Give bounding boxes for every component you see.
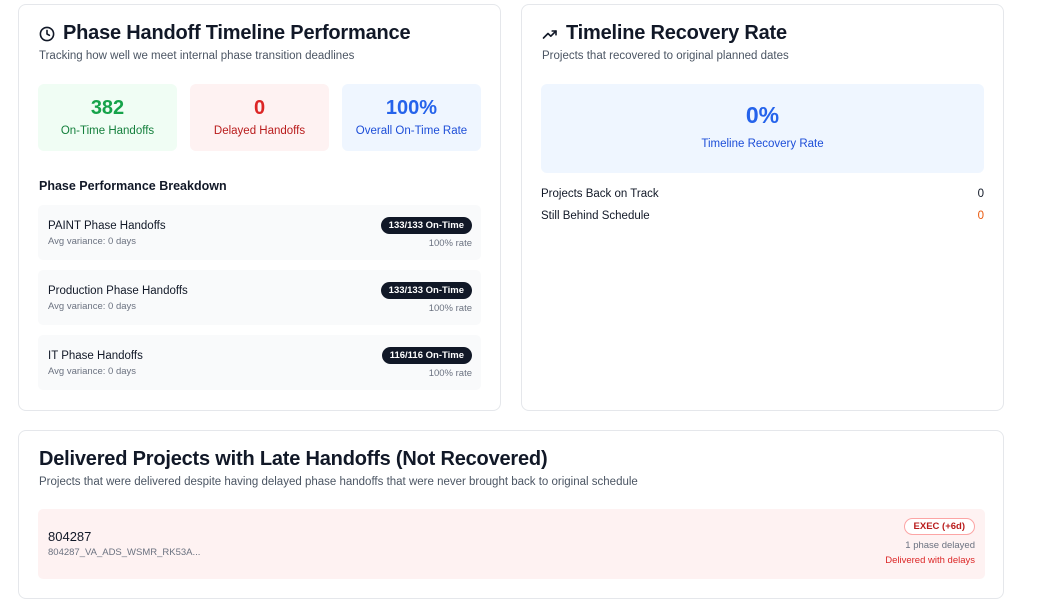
- phases-delayed: 1 phase delayed: [905, 540, 975, 551]
- delayed-handoffs-stat: 0 Delayed Handoffs: [190, 84, 329, 151]
- handoff-title-text: Phase Handoff Timeline Performance: [63, 22, 411, 44]
- kv-label: Still Behind Schedule: [541, 210, 650, 222]
- phase-name: IT Phase Handoffs: [48, 350, 143, 362]
- recovery-rate-label: Timeline Recovery Rate: [701, 138, 824, 150]
- phase-handoff-card: Phase Handoff Timeline Performance Track…: [18, 4, 501, 411]
- stat-value: 100%: [385, 97, 438, 119]
- late-project-row[interactable]: 804287 804287_VA_ADS_WSMR_RK53A... EXEC …: [38, 509, 985, 579]
- on-time-badge: 133/133 On-Time: [380, 217, 472, 234]
- on-time-rate-stat: 100% Overall On-Time Rate: [342, 84, 481, 151]
- breakdown-heading: Phase Performance Breakdown: [39, 179, 227, 193]
- late-card-title: Delivered Projects with Late Handoffs (N…: [39, 448, 548, 470]
- phase-variance: Avg variance: 0 days: [48, 236, 137, 247]
- project-name: 804287_VA_ADS_WSMR_RK53A...: [48, 547, 201, 558]
- phase-row-paint: PAINT Phase Handoffs Avg variance: 0 day…: [38, 205, 481, 260]
- project-id: 804287: [48, 529, 92, 544]
- recovery-subtitle: Projects that recovered to original plan…: [542, 50, 789, 62]
- phase-rate: 100% rate: [428, 368, 472, 379]
- kv-label: Projects Back on Track: [541, 188, 659, 200]
- recovery-rate-box: 0% Timeline Recovery Rate: [541, 84, 984, 173]
- phase-rate: 100% rate: [428, 303, 472, 314]
- phase-rate: 100% rate: [428, 238, 472, 249]
- recovery-card-title: Timeline Recovery Rate: [542, 22, 787, 45]
- delay-badge: EXEC (+6d): [903, 518, 975, 535]
- phase-row-it: IT Phase Handoffs Avg variance: 0 days 1…: [38, 335, 481, 390]
- on-time-badge: 116/116 On-Time: [381, 347, 472, 364]
- still-behind-row: Still Behind Schedule 0: [541, 210, 984, 222]
- kv-value: 0: [977, 188, 984, 200]
- timeline-recovery-card: Timeline Recovery Rate Projects that rec…: [521, 4, 1004, 411]
- phase-name: PAINT Phase Handoffs: [48, 220, 166, 232]
- recovery-rate-value: 0%: [745, 102, 780, 128]
- on-time-badge: 133/133 On-Time: [380, 282, 472, 299]
- handoff-subtitle: Tracking how well we meet internal phase…: [39, 50, 355, 62]
- late-handoffs-card: Delivered Projects with Late Handoffs (N…: [18, 430, 1004, 599]
- trending-up-icon: [542, 29, 557, 39]
- stat-label: Overall On-Time Rate: [355, 125, 468, 137]
- on-time-handoffs-stat: 382 On-Time Handoffs: [38, 84, 177, 151]
- delivery-status: Delivered with delays: [885, 555, 975, 566]
- phase-row-production: Production Phase Handoffs Avg variance: …: [38, 270, 481, 325]
- phase-variance: Avg variance: 0 days: [48, 301, 137, 312]
- phase-name: Production Phase Handoffs: [48, 285, 188, 297]
- stat-label: Delayed Handoffs: [213, 125, 306, 137]
- stat-value: 0: [253, 97, 266, 119]
- phase-variance: Avg variance: 0 days: [48, 366, 137, 377]
- stat-value: 382: [90, 97, 125, 119]
- back-on-track-row: Projects Back on Track 0: [541, 188, 984, 200]
- handoff-card-title: Phase Handoff Timeline Performance: [39, 22, 411, 45]
- late-subtitle: Projects that were delivered despite hav…: [39, 476, 638, 488]
- recovery-title-text: Timeline Recovery Rate: [566, 22, 787, 44]
- stat-label: On-Time Handoffs: [60, 125, 155, 137]
- kv-value: 0: [977, 210, 984, 222]
- clock-icon: [39, 26, 55, 41]
